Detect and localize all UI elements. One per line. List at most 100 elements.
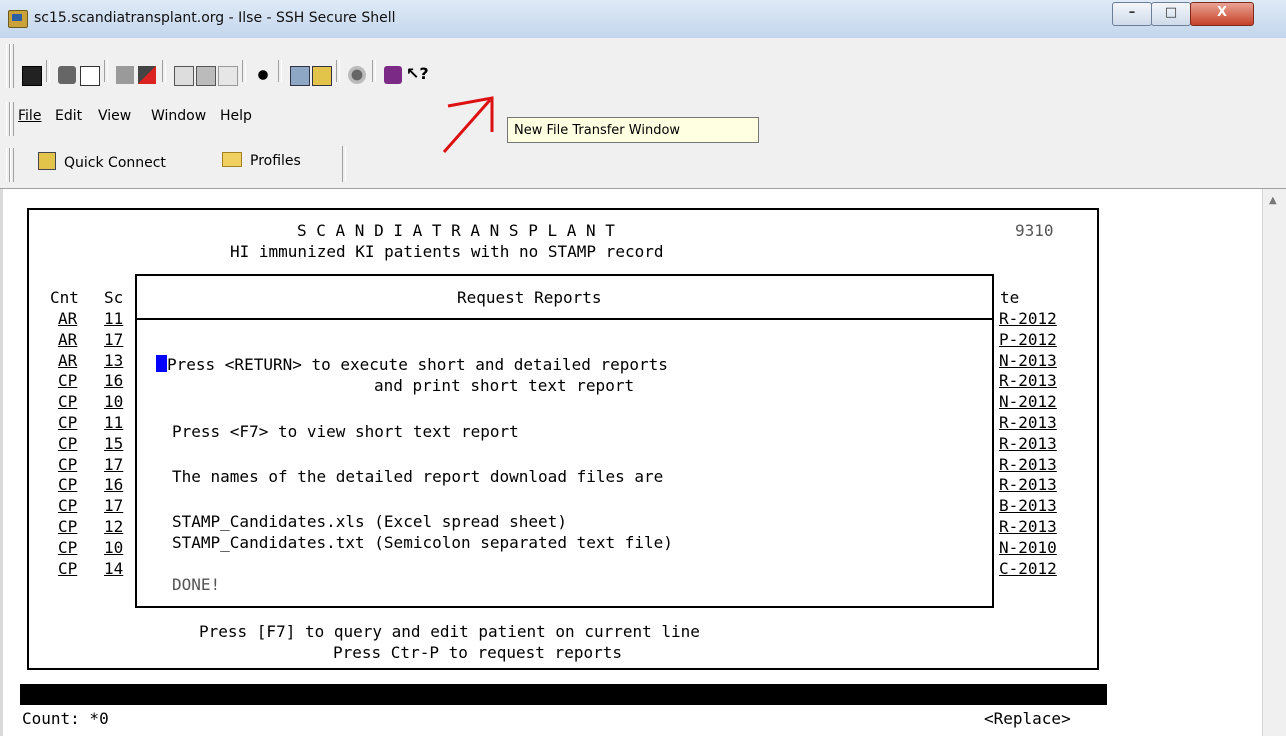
table-row-date: R-2013 bbox=[999, 433, 1057, 453]
menu-view-label: View bbox=[98, 108, 132, 124]
table-row-cnt: CP bbox=[58, 413, 78, 432]
table-row-cnt: CP bbox=[58, 433, 78, 453]
table-row-cnt: CP bbox=[58, 392, 78, 412]
report-subtitle: HI immunized KI patients with no STAMP r… bbox=[230, 242, 664, 261]
table-row-date: N-2013 bbox=[999, 350, 1057, 370]
dialog-line-f7: Press <F7> to view short text report bbox=[172, 422, 519, 441]
table-row-sc: 17 bbox=[104, 496, 124, 516]
window-title: sc15.scandiatransplant.org - Ilse - SSH … bbox=[34, 10, 396, 26]
table-row-date: B-2013 bbox=[999, 496, 1057, 516]
screen-code: 9310 bbox=[1015, 221, 1054, 240]
table-row-date: R-2013 bbox=[999, 475, 1057, 495]
column-header-cnt: Cnt bbox=[50, 288, 79, 307]
table-row-sc: 10 bbox=[104, 392, 124, 412]
menu-window[interactable]: Window bbox=[151, 108, 206, 124]
table-row-date: P-2012 bbox=[999, 329, 1057, 349]
table-row-sc: 17 bbox=[104, 454, 124, 474]
toolbar-separator bbox=[342, 146, 346, 182]
close-icon: X bbox=[1216, 5, 1228, 20]
context-help-icon[interactable]: ↖? bbox=[406, 64, 429, 83]
close-button[interactable]: X bbox=[1190, 2, 1254, 26]
table-row-date: R-2013 bbox=[999, 454, 1057, 474]
new-terminal-window-icon[interactable] bbox=[290, 66, 310, 86]
toolbar-separator bbox=[372, 60, 376, 82]
find-icon[interactable] bbox=[254, 66, 272, 84]
settings-icon[interactable] bbox=[348, 66, 366, 84]
table-row-cnt: CP bbox=[58, 371, 78, 391]
toolbar-separator bbox=[104, 60, 108, 82]
toolbar-separator bbox=[242, 60, 246, 82]
ssh-app-icon bbox=[8, 10, 28, 28]
dialog-title-divider bbox=[137, 318, 992, 320]
terminal-left-edge bbox=[0, 189, 3, 736]
menu-file-label: File bbox=[18, 108, 42, 124]
paste-icon[interactable] bbox=[196, 66, 216, 86]
minimize-icon: – bbox=[1128, 5, 1136, 20]
table-row-cnt: CP bbox=[58, 558, 78, 578]
menu-help[interactable]: Help bbox=[220, 108, 252, 124]
quick-connect-icon bbox=[38, 152, 56, 170]
table-row-date: N-2010 bbox=[999, 537, 1057, 557]
terminal-status-bar bbox=[20, 684, 1107, 705]
table-row-sc: 16 bbox=[104, 475, 124, 495]
table-row-sc: 13 bbox=[104, 350, 124, 370]
dialog-file-txt: STAMP_Candidates.txt (Semicolon separate… bbox=[172, 533, 673, 552]
edit-profile-icon[interactable] bbox=[138, 66, 156, 84]
save-icon[interactable] bbox=[22, 66, 42, 86]
disconnect-icon[interactable] bbox=[116, 66, 134, 84]
footer-hint-ctrlp: Press Ctr-P to request reports bbox=[333, 643, 622, 662]
dialog-status: DONE! bbox=[172, 575, 221, 594]
tooltip: New File Transfer Window bbox=[507, 117, 759, 143]
dialog-line-print: and print short text report bbox=[374, 376, 635, 395]
title-bar: sc15.scandiatransplant.org - Ilse - SSH … bbox=[0, 0, 1286, 39]
table-row-date: R-2013 bbox=[999, 413, 1057, 432]
toolbar-separator bbox=[162, 60, 166, 82]
text-cursor bbox=[156, 355, 167, 372]
print-preview-icon[interactable] bbox=[80, 66, 100, 86]
footer-hint-f7: Press [F7] to query and edit patient on … bbox=[199, 622, 700, 641]
profiles-button[interactable]: Profiles bbox=[222, 152, 301, 169]
table-row-cnt: CP bbox=[58, 537, 78, 557]
status-count: Count: *0 bbox=[22, 709, 109, 728]
status-mode: <Replace> bbox=[984, 709, 1071, 728]
print-icon[interactable] bbox=[58, 66, 76, 84]
table-row-cnt: AR bbox=[58, 350, 78, 370]
table-row-date: N-2012 bbox=[999, 392, 1057, 412]
menu-edit[interactable]: Edit bbox=[55, 108, 82, 124]
table-row-sc: 12 bbox=[104, 517, 124, 536]
maximize-icon: □ bbox=[1164, 5, 1178, 20]
profiles-label: Profiles bbox=[250, 153, 301, 169]
folder-icon bbox=[222, 152, 242, 167]
quick-connect-button[interactable]: Quick Connect bbox=[38, 152, 166, 171]
table-row-cnt: CP bbox=[58, 475, 78, 495]
minimize-button[interactable]: – bbox=[1112, 2, 1152, 26]
table-row-sc: 11 bbox=[104, 309, 124, 328]
menu-view[interactable]: View bbox=[98, 108, 131, 124]
table-row-cnt: AR bbox=[58, 309, 78, 328]
table-row-sc: 14 bbox=[104, 558, 124, 578]
toolbar-grip bbox=[10, 102, 14, 136]
table-row-sc: 10 bbox=[104, 537, 124, 557]
scroll-up-arrow-icon[interactable]: ▲ bbox=[1269, 195, 1277, 206]
request-reports-dialog bbox=[135, 274, 994, 608]
help-book-icon[interactable] bbox=[384, 66, 402, 84]
dialog-line-return-text: Press <RETURN> to execute short and deta… bbox=[167, 355, 668, 374]
menu-file[interactable]: File bbox=[18, 108, 41, 124]
toolbar-grip bbox=[10, 44, 14, 88]
vertical-scrollbar[interactable]: ▲ bbox=[1262, 189, 1286, 736]
new-file-transfer-window-icon[interactable] bbox=[312, 66, 332, 86]
menu-edit-label: Edit bbox=[55, 108, 83, 124]
dialog-file-xls: STAMP_Candidates.xls (Excel spread sheet… bbox=[172, 512, 567, 531]
table-row-sc: 17 bbox=[104, 329, 124, 349]
menu-window-label: Window bbox=[151, 108, 207, 124]
table-row-date: R-2013 bbox=[999, 517, 1057, 536]
maximize-button[interactable]: □ bbox=[1151, 2, 1191, 26]
copy-icon[interactable] bbox=[174, 66, 194, 86]
table-row-cnt: CP bbox=[58, 496, 78, 516]
column-header-sc: Sc bbox=[104, 288, 124, 307]
dialog-line-return[interactable]: Press <RETURN> to execute short and deta… bbox=[156, 355, 668, 374]
toolbar-separator bbox=[336, 60, 340, 82]
table-row-sc: 15 bbox=[104, 433, 124, 453]
table-row-sc: 16 bbox=[104, 371, 124, 391]
red-arrow-annotation bbox=[442, 96, 494, 153]
